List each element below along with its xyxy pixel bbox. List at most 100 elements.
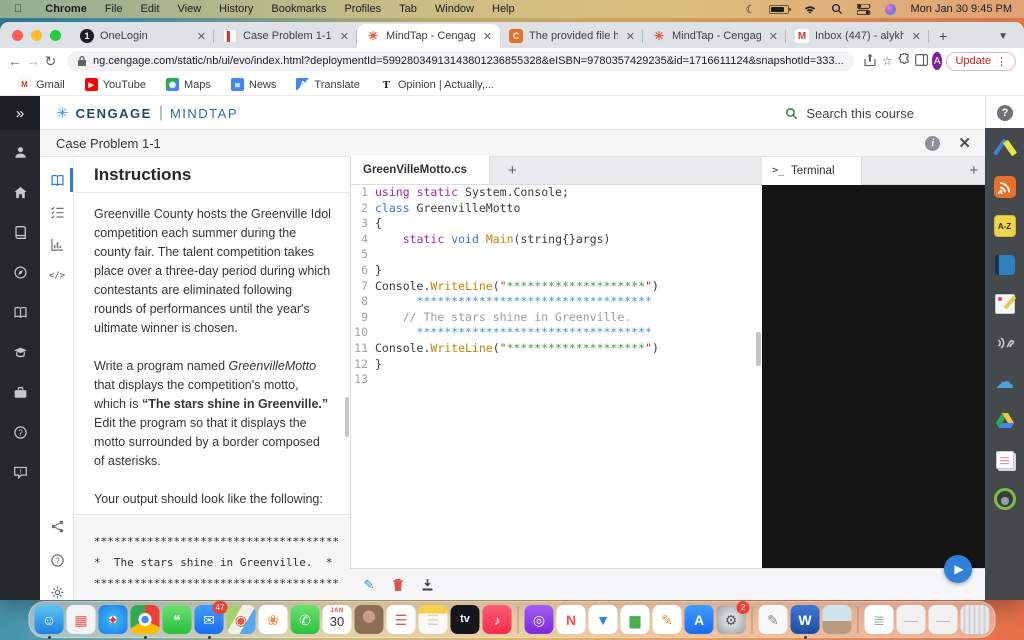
apple-menu-icon[interactable]:  xyxy=(14,3,22,15)
zoom-window-button[interactable] xyxy=(50,30,61,41)
browser-tab-3[interactable]: ✳MindTap - Cengage Lear✕ xyxy=(357,24,500,48)
tool-cloud-icon[interactable]: ☁ xyxy=(994,371,1016,393)
instructions-scrollbar[interactable] xyxy=(345,397,349,437)
tool-dictionary-icon[interactable]: A-Z xyxy=(994,215,1016,237)
dock-word[interactable]: W xyxy=(791,605,820,634)
rail-home-icon[interactable] xyxy=(12,184,29,201)
dock-music[interactable]: ♪ xyxy=(483,605,512,634)
rail-compass-icon[interactable] xyxy=(12,264,29,281)
do-not-disturb-icon[interactable]: ☾ xyxy=(746,3,756,16)
tool-speech-icon[interactable] xyxy=(994,332,1016,354)
expand-sidebar-button[interactable]: » xyxy=(0,96,40,130)
activity-nav-reader-icon[interactable] xyxy=(48,171,66,189)
address-bar[interactable]: ng.cengage.com/static/nb/ui/evo/index.ht… xyxy=(67,51,854,71)
rail-feedback-icon[interactable]: ! xyxy=(12,464,29,481)
activity-nav-code-icon[interactable]: </> xyxy=(48,267,66,285)
tab-close-icon[interactable]: ✕ xyxy=(624,30,637,43)
rail-profile-icon[interactable] xyxy=(12,144,29,161)
tool-rss-icon[interactable] xyxy=(994,176,1016,198)
activity-gear-icon[interactable] xyxy=(48,583,66,600)
menu-item-file[interactable]: File xyxy=(96,3,132,15)
back-button[interactable]: ← xyxy=(8,53,22,69)
delete-trash-icon[interactable] xyxy=(390,577,406,593)
tool-notebook-icon[interactable] xyxy=(994,293,1016,315)
dock-finder[interactable]: ☺ xyxy=(35,605,64,634)
rail-help-icon[interactable]: ? xyxy=(12,424,29,441)
tab-close-icon[interactable]: ✕ xyxy=(910,30,923,43)
tool-evaluate-icon[interactable] xyxy=(994,488,1016,510)
dock-preview-image[interactable] xyxy=(823,605,852,634)
rail-courses-icon[interactable] xyxy=(12,224,29,241)
dock-mail[interactable]: ✉47 xyxy=(195,605,224,634)
tool-annotate-icon[interactable] xyxy=(994,137,1016,159)
tab-search-chevron-icon[interactable]: ▼ xyxy=(988,24,1024,48)
menu-item-tab[interactable]: Tab xyxy=(390,3,426,15)
rail-graduation-icon[interactable] xyxy=(12,344,29,361)
close-window-button[interactable] xyxy=(12,30,23,41)
bookmark-news[interactable]: ≣News xyxy=(223,78,285,91)
terminal-tab[interactable]: >_ Terminal xyxy=(762,157,862,185)
bookmark-nyt[interactable]: TOpinion | Actually,... xyxy=(372,78,502,91)
dock-reminders[interactable]: ☰ xyxy=(387,605,416,634)
dock-news[interactable]: N xyxy=(557,605,586,634)
search-course-button[interactable]: Search this course xyxy=(785,96,914,130)
menu-item-view[interactable]: View xyxy=(169,3,211,15)
dock-messages[interactable]: ❝ xyxy=(163,605,192,634)
tool-google-drive-icon[interactable] xyxy=(994,410,1016,432)
run-button[interactable]: ▶ xyxy=(944,555,972,583)
browser-tab-6[interactable]: MInbox (447) - alykhalife4✕ xyxy=(786,24,929,48)
download-icon[interactable] xyxy=(419,577,435,593)
dock-pages[interactable]: ✎ xyxy=(653,605,682,634)
help-button[interactable]: ? xyxy=(985,96,1024,130)
menu-item-history[interactable]: History xyxy=(210,3,262,15)
bookmark-maps[interactable]: ◉Maps xyxy=(158,78,219,91)
menu-bar-clock[interactable]: Mon Jan 30 9:45 PM xyxy=(910,3,1012,15)
bookmark-youtube[interactable]: ▶YouTube xyxy=(77,78,154,91)
new-file-button[interactable]: + xyxy=(490,162,535,179)
spotlight-icon[interactable] xyxy=(831,3,843,15)
file-tab[interactable]: GreenVilleMotto.cs xyxy=(351,156,490,184)
menu-item-chrome[interactable]: Chrome xyxy=(36,3,96,15)
dock-app-store[interactable]: A xyxy=(685,605,714,634)
battery-icon[interactable] xyxy=(769,5,789,14)
dock-launchpad[interactable]: ▦ xyxy=(67,605,96,634)
edit-pencil-icon[interactable]: ✎ xyxy=(361,577,377,593)
profile-avatar[interactable]: A xyxy=(932,52,943,70)
activity-nav-progress-icon[interactable] xyxy=(48,235,66,253)
tab-close-icon[interactable]: ✕ xyxy=(767,30,780,43)
code-area[interactable]: 1using static System.Console;2class Gree… xyxy=(351,185,762,568)
dock-minimized-window[interactable]: — xyxy=(929,605,958,634)
reload-button[interactable]: ↻ xyxy=(44,53,57,70)
menu-item-bookmarks[interactable]: Bookmarks xyxy=(262,3,335,15)
dock-downloads-doc[interactable]: ≣ xyxy=(865,605,894,634)
activity-share-icon[interactable] xyxy=(48,517,66,535)
forward-button[interactable]: → xyxy=(26,53,40,69)
tab-close-icon[interactable]: ✕ xyxy=(481,30,494,43)
browser-tab-5[interactable]: ✳MindTap - Cengage Lear✕ xyxy=(643,24,786,48)
dock-apple-tv[interactable]: tv xyxy=(451,605,480,634)
menu-item-window[interactable]: Window xyxy=(426,3,483,15)
bookmark-gmail[interactable]: MGmail xyxy=(10,78,73,91)
activity-nav-checklist-icon[interactable] xyxy=(48,203,66,221)
editor-scrollbar[interactable] xyxy=(756,332,761,366)
dock-podcasts[interactable]: ◎ xyxy=(525,605,554,634)
bookmark-star-icon[interactable]: ☆ xyxy=(881,54,894,68)
menu-item-profiles[interactable]: Profiles xyxy=(335,3,390,15)
minimize-window-button[interactable] xyxy=(31,30,42,41)
menu-item-edit[interactable]: Edit xyxy=(132,3,169,15)
browser-tab-4[interactable]: CThe provided file has syn✕ xyxy=(500,24,643,48)
info-icon[interactable]: i xyxy=(925,136,940,151)
close-activity-icon[interactable]: ✕ xyxy=(958,134,971,152)
siri-icon[interactable] xyxy=(885,4,896,15)
tool-flashcards-icon[interactable]: ——— xyxy=(994,449,1016,471)
share-icon[interactable] xyxy=(864,53,877,70)
dock-keynote[interactable]: ▼ xyxy=(589,605,618,634)
dock-maps[interactable]: ◉ xyxy=(227,605,256,634)
rail-reader-icon[interactable] xyxy=(12,304,29,321)
menu-item-help[interactable]: Help xyxy=(483,3,524,15)
bookmark-translate[interactable]: ATranslate xyxy=(288,78,367,91)
extensions-icon[interactable] xyxy=(898,53,911,69)
browser-tab-2[interactable]: ▌Case Problem 1-1✕ xyxy=(214,24,357,48)
activity-help-icon[interactable]: ? xyxy=(48,551,66,569)
dock-textedit[interactable]: ✎ xyxy=(759,605,788,634)
